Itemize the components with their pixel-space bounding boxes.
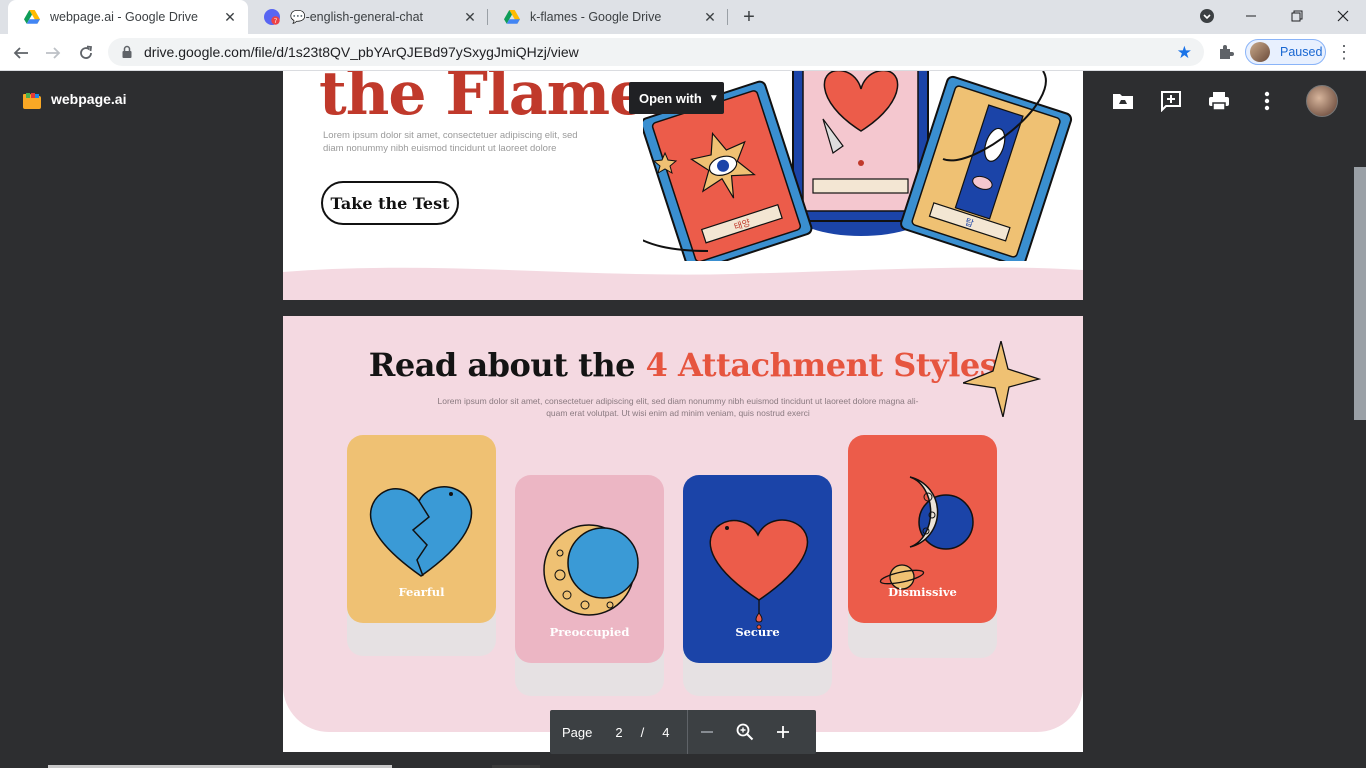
heading-accent: 4 Attachment Styles — [645, 346, 998, 384]
caret-down-icon: ▼ — [708, 92, 719, 104]
minimize-button[interactable] — [1228, 0, 1274, 32]
card-label: Secure — [735, 625, 780, 639]
open-with-button[interactable]: Open with ▼ — [629, 82, 724, 114]
page-body-text: Lorem ipsum dolor sit amet, consectetuer… — [323, 130, 578, 154]
add-to-drive-button[interactable] — [1111, 89, 1135, 113]
restore-button[interactable] — [1274, 0, 1320, 32]
tab-separator — [727, 9, 728, 25]
attachment-card-fearful: Fearful — [347, 435, 496, 623]
wave-divider — [283, 267, 1083, 300]
avatar — [1250, 42, 1270, 62]
back-button[interactable] — [7, 39, 35, 67]
discord-icon: 7 — [264, 9, 280, 25]
print-icon — [1209, 92, 1229, 111]
current-page-input[interactable]: 2 — [615, 725, 622, 740]
profile-status: Paused — [1280, 45, 1323, 59]
tab-title: webpage.ai - Google Drive — [50, 10, 198, 24]
google-drive-icon — [24, 10, 40, 24]
file-name: webpage.ai — [51, 91, 127, 107]
reload-icon — [80, 45, 93, 59]
close-icon — [1337, 10, 1349, 22]
more-options-button[interactable] — [1255, 89, 1279, 113]
extensions-puzzle-icon[interactable] — [1216, 42, 1236, 62]
close-tab-icon[interactable]: ✕ — [222, 9, 238, 25]
print-button[interactable] — [1207, 89, 1231, 113]
new-tab-button[interactable]: + — [737, 5, 761, 29]
tab-english-general-chat[interactable]: 7 💬-english-general-chat ✕ — [248, 0, 488, 34]
star-decoration-icon — [963, 341, 1041, 417]
drive-preview: the Flames Lorem ipsum dolor sit amet, c… — [0, 71, 1366, 768]
zoom-reset-button[interactable] — [726, 710, 764, 754]
heading-prefix: Read about the — [368, 346, 646, 384]
lock-icon — [122, 45, 132, 58]
close-tab-icon[interactable]: ✕ — [462, 9, 478, 25]
plus-icon — [777, 726, 790, 738]
page-label: Page — [562, 724, 593, 740]
chevron-down-circle-icon — [1200, 9, 1214, 23]
page-separator: / — [640, 724, 645, 740]
tab-strip: webpage.ai - Google Drive ✕ 7 💬-english-… — [0, 0, 1366, 34]
tab-title: k-flames - Google Drive — [530, 10, 662, 24]
attachment-card-preoccupied: Preoccupied — [515, 475, 664, 663]
tab-k-flames[interactable]: k-flames - Google Drive ✕ — [488, 0, 728, 34]
attachment-card-dismissive: Dismissive — [848, 435, 997, 623]
browser-menu-icon[interactable]: ⋮ — [1334, 42, 1354, 62]
more-vert-icon — [1264, 91, 1270, 111]
pdf-page-2: Read about the 4 Attachment Styles Lorem… — [283, 316, 1083, 752]
open-with-label: Open with — [639, 90, 702, 106]
page-navigator: Page 2 / 4 — [550, 710, 816, 754]
card-label: Fearful — [398, 585, 445, 599]
attachment-card-secure: Secure — [683, 475, 832, 663]
add-comment-icon — [1161, 91, 1181, 112]
section-body-text: Lorem ipsum dolor sit amet, consectetuer… — [437, 396, 919, 418]
add-to-drive-icon — [1113, 94, 1133, 109]
address-bar[interactable]: drive.google.com/file/d/1s23t8QV_pbYArQJ… — [108, 38, 1204, 66]
minus-icon — [701, 731, 714, 733]
minimize-icon — [1246, 15, 1256, 17]
reload-button[interactable] — [72, 39, 100, 67]
restore-icon — [1291, 10, 1303, 22]
tab-search-button[interactable] — [1184, 0, 1230, 32]
total-pages: 4 — [662, 724, 670, 740]
tab-webpage-ai[interactable]: webpage.ai - Google Drive ✕ — [8, 0, 248, 34]
google-drive-icon — [504, 10, 520, 24]
zoom-out-button[interactable] — [688, 710, 726, 754]
url-text: drive.google.com/file/d/1s23t8QV_pbYArQJ… — [144, 44, 579, 60]
scrollbar-thumb[interactable] — [1354, 167, 1366, 420]
bookmark-star-icon[interactable]: ★ — [1177, 43, 1192, 63]
add-comment-button[interactable] — [1159, 89, 1183, 113]
page-heading: the Flames — [319, 71, 680, 129]
arrow-left-icon — [13, 47, 28, 59]
close-tab-icon[interactable]: ✕ — [702, 9, 718, 25]
tab-title: 💬-english-general-chat — [290, 9, 423, 24]
avatar[interactable] — [1306, 85, 1338, 117]
webpage-ai-logo-icon — [23, 93, 41, 109]
profile-button[interactable]: Paused — [1245, 39, 1326, 65]
forward-button[interactable] — [39, 39, 67, 67]
arrow-right-icon — [46, 47, 61, 59]
close-window-button[interactable] — [1320, 0, 1366, 32]
zoom-icon — [737, 723, 754, 741]
browser-toolbar: drive.google.com/file/d/1s23t8QV_pbYArQJ… — [0, 34, 1366, 71]
zoom-in-button[interactable] — [764, 710, 802, 754]
take-test-button: Take the Test — [321, 181, 459, 225]
card-label: Dismissive — [888, 585, 957, 599]
card-label: Preoccupied — [549, 625, 630, 639]
